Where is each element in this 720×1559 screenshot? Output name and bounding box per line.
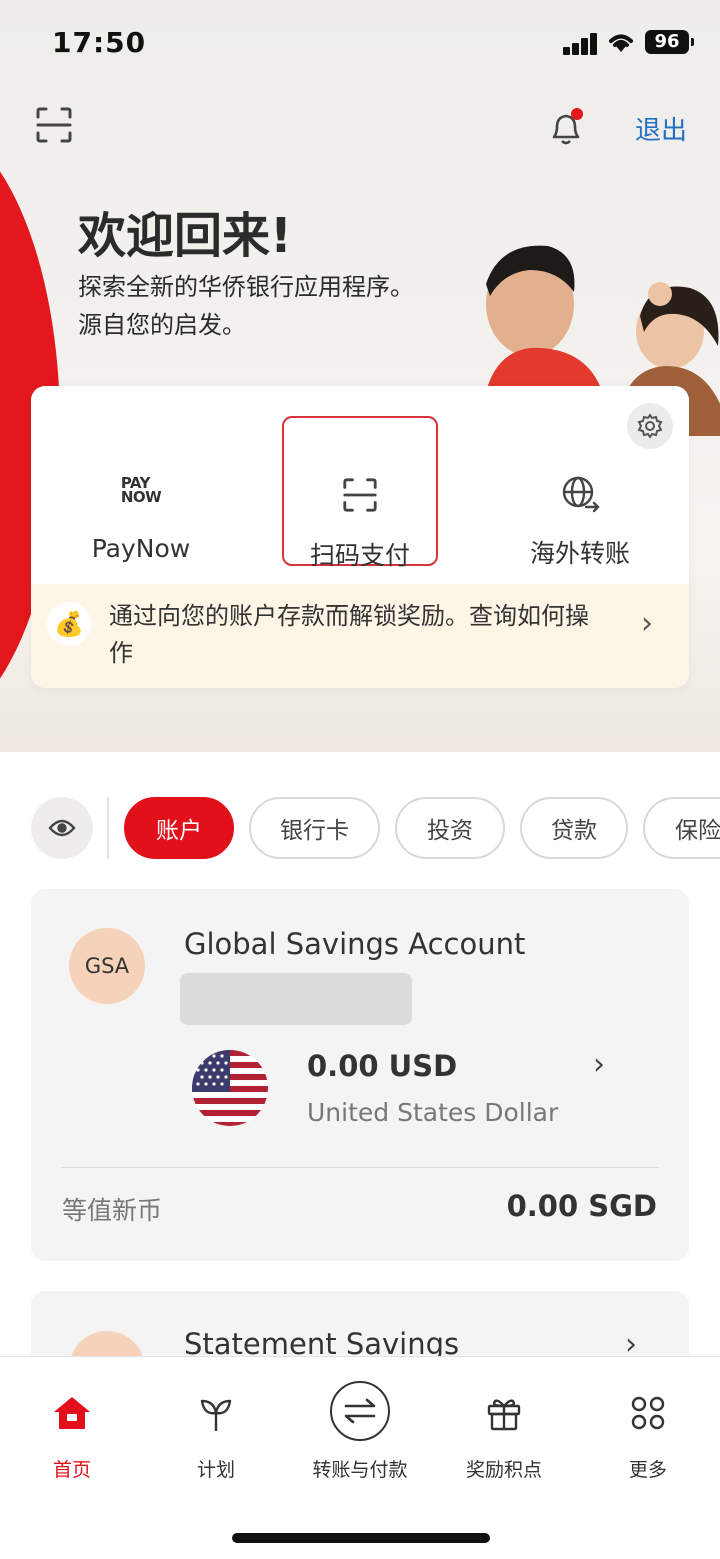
sprout-icon: [200, 1399, 232, 1431]
scan-icon[interactable]: [34, 105, 74, 145]
more-grid-icon: [631, 1396, 665, 1430]
paynow-button[interactable]: PAY NOW PayNow: [63, 416, 219, 566]
tab-cards[interactable]: 银行卡: [249, 797, 380, 859]
paynow-label: PayNow: [91, 534, 191, 563]
nav-more-label: 更多: [628, 1459, 667, 1481]
card-divider: [61, 1167, 659, 1168]
chevron-right-icon: ›: [641, 606, 653, 641]
status-bar: 17:50 96: [0, 0, 720, 88]
tab-investments[interactable]: 投资: [395, 797, 505, 859]
currency-name: United States Dollar: [307, 1098, 559, 1127]
tab-divider: [107, 797, 109, 859]
nav-more[interactable]: 更多: [576, 1357, 720, 1497]
battery-indicator: 96: [645, 30, 694, 54]
toggle-balance-visibility-button[interactable]: [31, 797, 93, 859]
paynow-logo: PAY NOW: [120, 476, 162, 506]
home-indicator: [232, 1533, 490, 1543]
quick-actions-card: PAY NOW PayNow 扫码支付 海外转账 💰 通过向您的账户存款而解锁奖…: [31, 386, 689, 688]
welcome-title: 欢迎回来!: [78, 208, 292, 264]
notification-dot: [571, 108, 583, 120]
tab-loans[interactable]: 贷款: [520, 797, 628, 859]
transfer-icon: [330, 1381, 390, 1441]
overseas-transfer-button[interactable]: 海外转账: [502, 416, 658, 568]
scan-icon: [343, 478, 377, 512]
account-balance: 0.00 USD: [307, 1049, 458, 1083]
nav-plan-label: 计划: [196, 1459, 235, 1481]
chevron-right-icon[interactable]: ›: [593, 1047, 605, 1082]
bottom-navigation: 首页 计划 转账与付款 奖励积点 更多: [0, 1356, 720, 1559]
subtitle-line-1: 探索全新的华侨银行应用程序。: [78, 273, 414, 301]
globe-transfer-icon: [562, 476, 600, 513]
sgd-equivalent-value: 0.00 SGD: [506, 1189, 657, 1223]
account-card-global-savings[interactable]: GSA Global Savings Account 0.00 USD Unit…: [31, 889, 689, 1261]
eye-icon: [48, 819, 76, 837]
nav-transfer-label: 转账与付款: [312, 1459, 408, 1481]
account-avatar: GSA: [69, 928, 145, 1004]
gift-icon: [487, 1399, 521, 1431]
subtitle-line-2: 源自您的启发。: [78, 311, 246, 339]
status-time: 17:50: [52, 26, 147, 59]
sgd-equivalent-label: 等值新币: [62, 1196, 163, 1225]
battery-level: 96: [654, 31, 680, 52]
scan-to-pay-button[interactable]: 扫码支付: [282, 416, 438, 570]
logout-link[interactable]: 退出: [635, 110, 687, 147]
overseas-transfer-label: 海外转账: [529, 539, 630, 568]
nav-home[interactable]: 首页: [0, 1357, 144, 1497]
tab-insurance[interactable]: 保险: [643, 797, 720, 859]
money-bag-icon: 💰: [47, 602, 91, 646]
promo-text: 通过向您的账户存款而解锁奖励。查询如何操作: [109, 602, 589, 667]
paynow-logo-line2: NOW: [120, 488, 162, 506]
cellular-signal-icon: [563, 33, 599, 55]
account-name: Global Savings Account: [184, 927, 526, 961]
welcome-subtitle: 探索全新的华侨银行应用程序。 源自您的启发。: [78, 268, 414, 344]
scan-to-pay-label: 扫码支付: [309, 541, 410, 570]
nav-home-label: 首页: [52, 1459, 91, 1481]
nav-transfer[interactable]: 转账与付款: [288, 1357, 432, 1497]
wifi-icon: [609, 34, 633, 52]
us-flag-icon: [192, 1050, 268, 1126]
hero-banner: 17:50 96 退出 欢迎回来! 探索全新的华侨银行应用程序。 源自您的启发。: [0, 0, 720, 752]
nav-rewards-label: 奖励积点: [465, 1459, 542, 1481]
rewards-promo-banner[interactable]: 💰 通过向您的账户存款而解锁奖励。查询如何操作 ›: [31, 584, 689, 688]
nav-rewards[interactable]: 奖励积点: [432, 1357, 576, 1497]
home-icon: [54, 1397, 90, 1429]
masked-account-number: [180, 973, 412, 1025]
nav-plan[interactable]: 计划: [144, 1357, 288, 1497]
tab-accounts[interactable]: 账户: [124, 797, 234, 859]
